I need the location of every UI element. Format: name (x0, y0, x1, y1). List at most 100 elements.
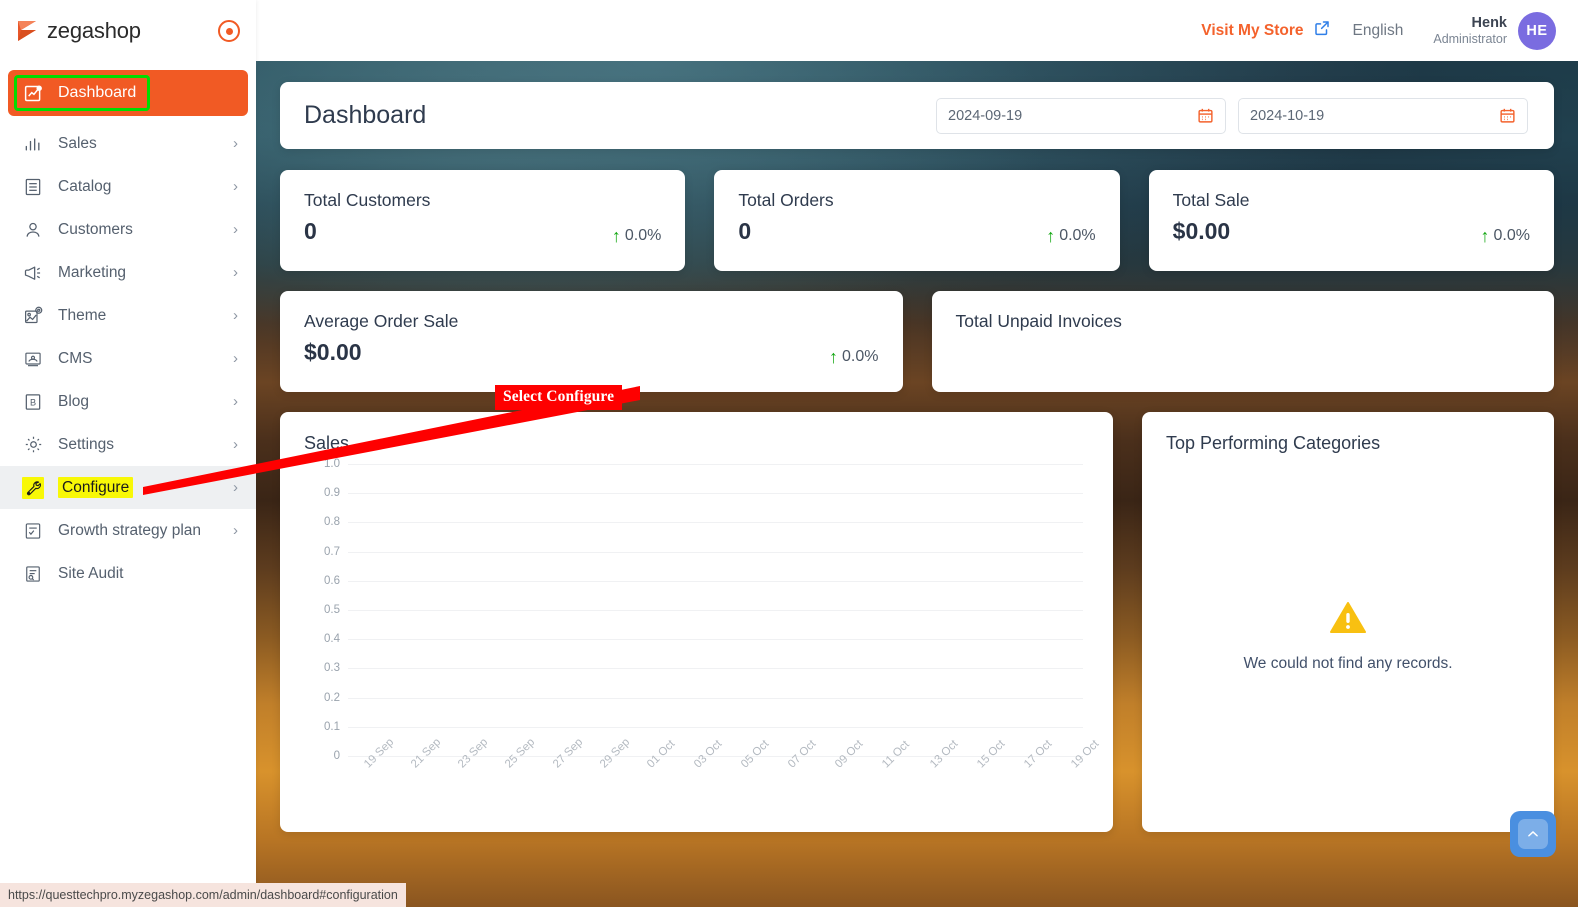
arrow-up-icon: ↑ (1046, 226, 1056, 246)
stat-delta: ↑ 0.0% (1046, 227, 1095, 245)
top-performing-categories-card: Top Performing Categories We could not f… (1142, 412, 1554, 832)
chart-gridlines (348, 464, 1083, 757)
topbar: Visit My Store English Henk Administrato… (256, 0, 1578, 61)
categories-panel-title: Top Performing Categories (1166, 433, 1381, 453)
sidebar-item-label: Theme (58, 306, 107, 324)
stat-value: 0 (304, 218, 317, 244)
sidebar-item-label: CMS (58, 349, 93, 367)
page-title: Dashboard (304, 101, 427, 129)
sidebar-item-catalog[interactable]: Catalog › (0, 165, 256, 208)
chart-gridline (348, 522, 1083, 524)
stat-title: Average Order Sale (304, 311, 459, 331)
user-name: Henk (1471, 14, 1507, 31)
sidebar-item-theme[interactable]: Theme › (0, 294, 256, 337)
stat-delta-value: 0.0% (1493, 227, 1530, 244)
sidebar-item-label: Settings (58, 435, 115, 453)
visit-my-store-link[interactable]: Visit My Store (1201, 19, 1330, 42)
sidebar-nav: Dashboard Sales › Catalog › Customers › … (0, 62, 256, 595)
sidebar-item-growth-strategy-plan[interactable]: Growth strategy plan › (0, 509, 256, 552)
stat-title: Total Sale (1172, 190, 1250, 210)
dashboard-header-card: Dashboard 2024-09-19 2024-10-19 (280, 82, 1554, 149)
scroll-to-top-button[interactable] (1510, 811, 1556, 857)
chart-y-tick-label: 0.8 (324, 516, 340, 529)
user-menu[interactable]: Henk Administrator HE (1433, 11, 1556, 50)
brand-logo-group[interactable]: zegashop (14, 18, 141, 44)
language-selector[interactable]: English (1353, 22, 1404, 40)
chart-gridline (348, 668, 1083, 670)
stat-value: $0.00 (1172, 218, 1231, 244)
chart-y-tick-label: 0.2 (324, 691, 340, 704)
visit-my-store-label: Visit My Store (1201, 21, 1304, 39)
chart-gridline (348, 610, 1083, 611)
sidebar-item-label: Sales (58, 134, 97, 152)
sidebar-item-site-audit[interactable]: Site Audit (0, 552, 256, 595)
chevron-right-icon: › (233, 135, 238, 152)
scroll-to-top-inner (1518, 819, 1548, 849)
user-role: Administrator (1433, 31, 1507, 46)
stat-delta: ↑ 0.0% (612, 227, 661, 245)
sidebar-item-label: Growth strategy plan (58, 521, 202, 539)
sidebar-item-blog[interactable]: B Blog › (0, 380, 256, 423)
stat-delta-value: 0.0% (624, 227, 662, 244)
sidebar-item-sales[interactable]: Sales › (0, 122, 256, 165)
dashboard-icon (22, 82, 44, 104)
sidebar-item-marketing[interactable]: Marketing › (0, 251, 256, 294)
brand-row: zegashop (0, 0, 256, 62)
chart-gridline (348, 697, 1083, 699)
chevron-right-icon: › (233, 479, 238, 496)
arrow-up-icon: ↑ (829, 347, 839, 367)
collapse-toggle-icon[interactable] (218, 20, 240, 42)
calendar-icon[interactable] (1499, 107, 1516, 124)
sidebar-item-label: Catalog (58, 177, 112, 195)
chevron-right-icon: › (233, 264, 238, 281)
chart-x-axis: 19 Sep 21 Sep 23 Sep 25 Sep 27 Sep 29 Sep 01 O… (348, 736, 1101, 814)
stat-card-average-order-sale: Average Order Sale $0.00 ↑ 0.0% (280, 291, 903, 392)
stat-card-total-customers: Total Customers 0 ↑ 0.0% (280, 170, 686, 271)
stat-title: Total Customers (304, 190, 431, 210)
arrow-up-icon: ↑ (1480, 226, 1490, 246)
external-link-icon (1313, 19, 1331, 42)
date-from-value: 2024-09-19 (948, 107, 1023, 124)
sidebar-item-cms[interactable]: CMS › (0, 337, 256, 380)
sidebar-item-dashboard[interactable]: Dashboard (8, 70, 248, 116)
wrench-icon (22, 476, 44, 499)
sidebar-item-configure[interactable]: Configure › (0, 466, 256, 509)
avatar[interactable]: HE (1518, 11, 1556, 50)
stats-row-2: Average Order Sale $0.00 ↑ 0.0% Total Un… (280, 291, 1554, 392)
stat-delta: ↑ 0.0% (1481, 227, 1530, 245)
stat-card-total-unpaid-invoices: Total Unpaid Invoices (931, 291, 1554, 392)
chart-y-tick-label: 0.9 (324, 487, 340, 500)
calendar-icon[interactable] (1197, 107, 1214, 124)
chevron-right-icon: › (233, 178, 238, 195)
empty-state: We could not find any records. (1166, 464, 1530, 832)
app-root: zegashop Dashboard Sales › Catalog › Cus… (0, 0, 1578, 907)
chart-y-tick-label: 0 (333, 750, 340, 762)
gear-icon (22, 434, 44, 456)
chart-gridline (348, 726, 1083, 728)
chart-gridline (348, 580, 1083, 582)
blog-b-icon: B (22, 391, 44, 413)
warning-triangle-icon (1330, 601, 1366, 639)
chart-gridline (348, 464, 1083, 465)
checklist-icon (22, 520, 44, 542)
date-to-input[interactable]: 2024-10-19 (1238, 97, 1528, 134)
sidebar-item-label: Dashboard (58, 84, 137, 101)
sales-chart: 1.0 0.9 0.8 0.7 0.6 0.5 0.4 0.3 0.2 0.1 0 19 Sep 21… (304, 458, 1101, 816)
status-bar-url: https://questtechpro.myzegashop.com/admi… (0, 883, 406, 907)
sidebar-item-label: Configure (58, 476, 219, 498)
theme-image-gear-icon (22, 305, 44, 327)
brand-name: zegashop (47, 18, 141, 43)
chevron-right-icon: › (233, 307, 238, 324)
dashboard-content: Dashboard 2024-09-19 2024-10-19 Total Cu… (256, 61, 1578, 907)
stat-delta-value: 0.0% (842, 348, 879, 365)
date-from-input[interactable]: 2024-09-19 (936, 97, 1226, 134)
sidebar-item-customers[interactable]: Customers › (0, 208, 256, 251)
catalog-list-icon (22, 176, 44, 198)
chart-gridline (348, 639, 1083, 641)
panels-row: Sales 1.0 0.9 0.8 0.7 0.6 0.5 0.4 0.3 0.2 0.1 0 19… (280, 412, 1554, 832)
user-icon (22, 219, 44, 241)
chart-gridline (348, 493, 1083, 495)
sidebar-item-settings[interactable]: Settings › (0, 423, 256, 466)
svg-text:B: B (30, 397, 36, 407)
bar-chart-icon (22, 133, 44, 155)
